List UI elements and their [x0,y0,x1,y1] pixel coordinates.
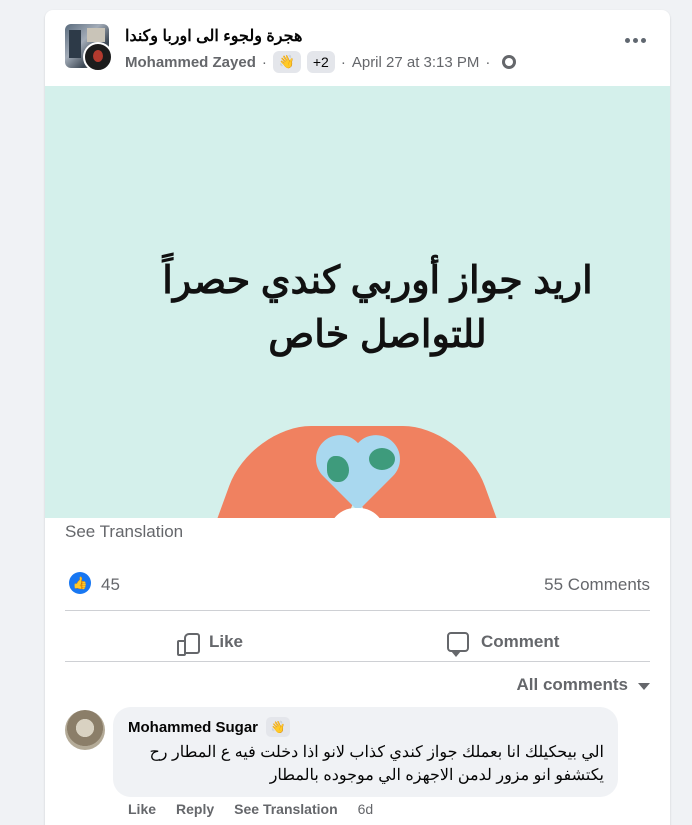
image-caption-line2: للتواصل خاص [268,314,487,356]
comment-see-translation-link[interactable]: See Translation [234,801,337,817]
separator-dot: · [340,53,346,71]
comment-button-label: Comment [481,632,560,651]
like-count[interactable]: 45 [101,575,120,595]
like-reaction-icon[interactable]: 👍 [69,572,91,594]
comment-bubble-icon [447,632,469,657]
globe-land [369,448,395,470]
comment-text: الي بيحكيلك انا بعملك جواز كندي كذاب لان… [149,744,604,784]
all-comments-label: All comments [516,675,628,694]
comment-actions: Like Reply See Translation 6d [128,801,393,817]
author-link[interactable]: Mohammed Zayed [125,54,256,71]
heart-hands-illustration [210,426,504,518]
more-options-icon[interactable] [625,38,646,43]
divider [65,661,650,662]
comment-bubble: Mohammed Sugar 👋 الي بيحكيلك انا بعملك ج… [113,707,618,797]
comment-timestamp[interactable]: 6d [358,801,374,817]
image-caption-line1: اريد جواز أوربي كندي حصراً [162,260,593,302]
comment-button[interactable]: Comment [447,622,559,662]
commenter-avatar[interactable] [65,710,105,750]
comment-count[interactable]: 55 Comments [544,575,650,595]
commenter-name-row: Mohammed Sugar 👋 [128,717,291,737]
like-button-label: Like [209,632,244,651]
reactions-bar: 👍 45 55 Comments [65,570,650,598]
see-translation-link[interactable]: See Translation [65,522,183,542]
post-timestamp[interactable]: April 27 at 3:13 PM [352,54,480,71]
image-caption: اريد جواز أوربي كندي حصراً للتواصل خاص [45,254,670,362]
post-header: هجرة ولجوء الى اوربا وكندا Mohammed Zaye… [45,10,670,86]
author-avatar[interactable] [83,42,113,72]
comment-like-link[interactable]: Like [128,801,156,817]
audience-globe-icon[interactable] [502,55,517,69]
extra-badges-count[interactable]: +2 [306,51,335,73]
wave-badge-icon[interactable]: 👋 [272,51,301,73]
like-button[interactable]: Like [177,622,243,662]
post-meta: Mohammed Zayed · 👋 +2 · April 27 at 3:13… [125,51,517,73]
separator-dot: · [485,53,491,71]
globe-land [327,456,349,482]
post-image[interactable]: اريد جواز أوربي كندي حصراً للتواصل خاص [45,86,670,518]
commenter-name[interactable]: Mohammed Sugar [128,719,258,736]
all-comments-dropdown[interactable]: All comments [517,675,650,695]
wave-badge-icon[interactable]: 👋 [266,717,291,737]
comment-reply-link[interactable]: Reply [176,801,214,817]
caret-down-icon [638,683,650,690]
group-name-link[interactable]: هجرة ولجوء الى اوربا وكندا [125,26,302,46]
thumbs-up-icon [177,632,200,656]
separator-dot: · [261,53,267,71]
post-card: هجرة ولجوء الى اوربا وكندا Mohammed Zaye… [45,10,670,825]
divider [65,610,650,611]
